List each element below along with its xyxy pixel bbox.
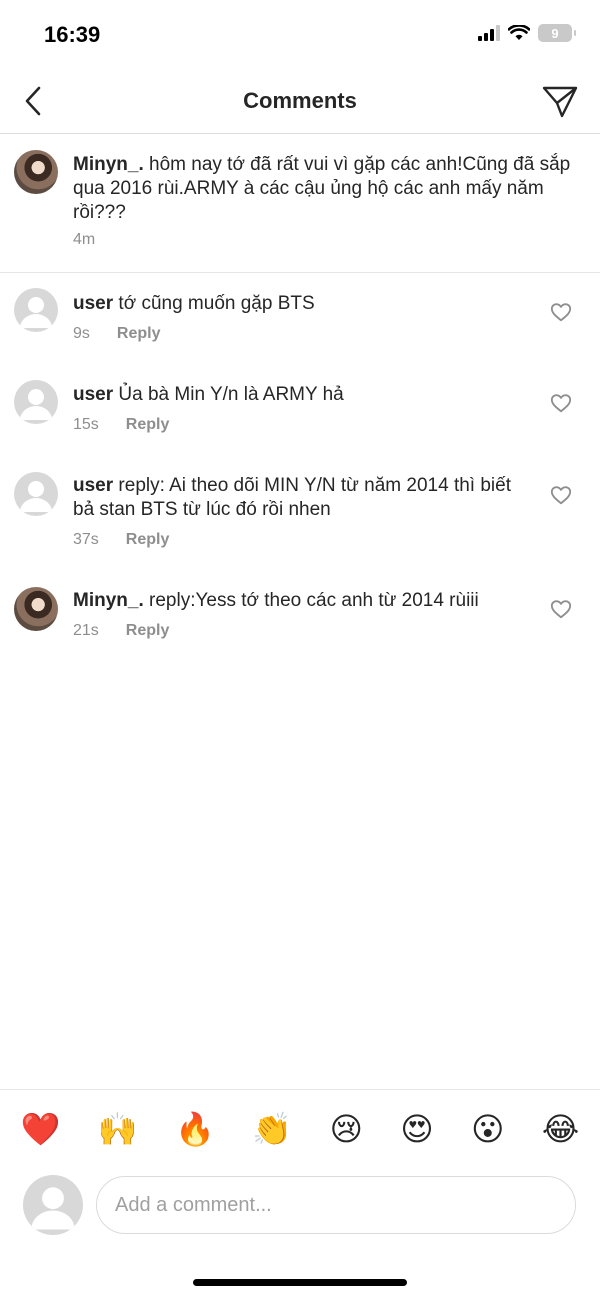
reply-button[interactable]: Reply <box>126 531 170 549</box>
post-caption: Minyn_. hôm nay tớ đã rất vui vì gặp các… <box>0 134 600 273</box>
emoji-reaction-bar: ❤️ 🙌 🔥 👏 😢 😍 😮 😂 <box>0 1089 600 1167</box>
paper-plane-icon <box>542 86 578 118</box>
share-button[interactable] <box>540 82 580 122</box>
wifi-icon <box>508 25 530 40</box>
comment-username[interactable]: user <box>73 384 113 405</box>
caption-username[interactable]: Minyn_. <box>73 154 144 175</box>
comment-username[interactable]: user <box>73 293 113 314</box>
heart-emoji-button[interactable]: ❤️ <box>21 1112 61 1146</box>
comment-time: 15s <box>73 416 99 433</box>
reply-button[interactable]: Reply <box>126 622 170 640</box>
comment-composer <box>0 1167 600 1247</box>
default-avatar-icon <box>20 481 52 512</box>
caption-body: hôm nay tớ đã rất vui vì gặp các anh!Cũn… <box>73 154 571 223</box>
comment-meta: 9s Reply <box>73 325 160 343</box>
comment-meta: 37s Reply <box>73 531 169 549</box>
comment-username[interactable]: Minyn_. <box>73 590 144 611</box>
battery-indicator: 9 <box>538 24 576 42</box>
comment-text: user reply: Ai theo dõi MIN Y/N từ năm 2… <box>73 474 528 522</box>
heart-icon[interactable] <box>550 392 572 414</box>
caption-text: Minyn_. hôm nay tớ đã rất vui vì gặp các… <box>73 153 588 225</box>
heart-icon[interactable] <box>550 301 572 323</box>
status-time: 16:39 <box>44 22 101 47</box>
avatar[interactable] <box>14 587 58 631</box>
laughing-tears-emoji-button[interactable]: 😂 <box>542 1112 579 1146</box>
comment-body: tớ cũng muốn gặp BTS <box>118 293 315 314</box>
caption-meta: 4m <box>73 231 95 249</box>
fire-emoji-button[interactable]: 🔥 <box>175 1112 215 1146</box>
reply-button[interactable]: Reply <box>117 325 161 343</box>
comment-text: Minyn_. reply:Yess tớ theo các anh từ 20… <box>73 589 528 613</box>
default-avatar-icon <box>31 1187 75 1230</box>
comment-time: 21s <box>73 622 99 639</box>
home-indicator[interactable] <box>193 1279 407 1286</box>
comment-input[interactable] <box>96 1176 576 1234</box>
heart-eyes-emoji-button[interactable]: 😍 <box>400 1112 433 1146</box>
comments-header: Comments <box>0 70 600 134</box>
raised-hands-emoji-button[interactable]: 🙌 <box>98 1112 138 1146</box>
avatar[interactable] <box>14 472 58 516</box>
comment-body: Ủa bà Min Y/n là ARMY hả <box>118 384 344 405</box>
default-avatar-icon <box>20 389 52 420</box>
surprised-face-emoji-button[interactable]: 😮 <box>471 1112 504 1146</box>
heart-icon[interactable] <box>550 484 572 506</box>
avatar[interactable] <box>14 288 58 332</box>
avatar <box>23 1175 83 1235</box>
comment-time: 9s <box>73 325 90 342</box>
comment-text: user tớ cũng muốn gặp BTS <box>73 292 528 316</box>
signal-icon <box>478 25 500 41</box>
reply-button[interactable]: Reply <box>126 416 170 434</box>
caption-time: 4m <box>73 231 96 248</box>
avatar[interactable] <box>14 380 58 424</box>
default-avatar-icon <box>20 297 52 328</box>
clapping-hands-emoji-button[interactable]: 👏 <box>252 1112 292 1146</box>
comment-body: reply:Yess tớ theo các anh từ 2014 rùiii <box>149 590 479 611</box>
crying-face-emoji-button[interactable]: 😢 <box>330 1112 363 1146</box>
comment-username[interactable]: user <box>73 475 113 496</box>
heart-icon[interactable] <box>550 598 572 620</box>
comment-meta: 15s Reply <box>73 416 169 434</box>
page-title: Comments <box>243 88 357 113</box>
comment-text: user Ủa bà Min Y/n là ARMY hả <box>73 383 528 407</box>
status-bar: 16:39 9 <box>0 0 600 70</box>
avatar[interactable] <box>14 150 58 194</box>
comment-time: 37s <box>73 531 99 548</box>
status-icons: 9 <box>478 24 576 42</box>
comment-body: reply: Ai theo dõi MIN Y/N từ năm 2014 t… <box>73 475 511 520</box>
comment-meta: 21s Reply <box>73 622 169 640</box>
